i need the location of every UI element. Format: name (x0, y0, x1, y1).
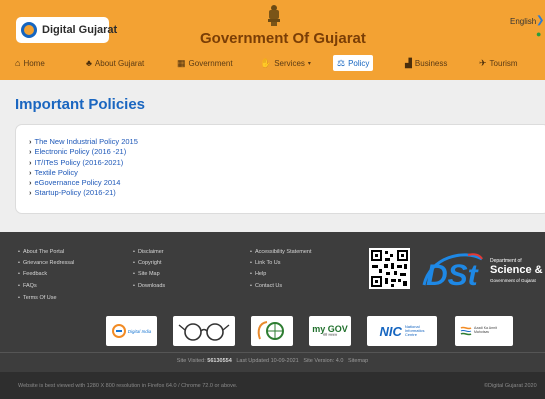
policy-link-text: The New Industrial Policy 2015 (34, 137, 138, 146)
badge-emblem-icon (257, 321, 284, 340)
policy-link-text: Textile Policy (34, 167, 78, 177)
nav-policy-label: Policy (348, 58, 370, 68)
nav-about-label: About Gujarat (94, 58, 145, 68)
footer-link[interactable]: Copyright (133, 260, 162, 266)
partner-mygov[interactable]: my GOV मेरी सरकार (309, 316, 351, 346)
accessibility-icon[interactable]: ● (536, 29, 541, 39)
qr-code-icon (369, 248, 410, 289)
nav-home[interactable]: ⌂ Home (15, 55, 45, 71)
policy-link-text: eGovernance Policy 2014 (34, 178, 121, 188)
best-viewed-note: Website is best viewed with 1280 X 800 r… (18, 383, 238, 389)
partner-digital-india[interactable]: Digital India (106, 316, 157, 346)
footer-link[interactable]: FAQs (18, 283, 37, 289)
chevron-down-icon: ▾ (307, 60, 311, 67)
page-title: Important Policies (15, 96, 146, 113)
svg-text:DSt: DSt (426, 259, 480, 291)
logo-text: Digital Gujarat (42, 24, 118, 36)
last-updated: Last Updated 10-09-2021 (236, 358, 299, 364)
national-emblem-icon (268, 5, 280, 26)
chevron-right-icon: › (29, 147, 32, 157)
nav-government-label: Government (188, 58, 233, 68)
dst-gov-line: Government of Gujarat (490, 278, 536, 283)
footer-link[interactable]: About The Portal (18, 249, 64, 255)
home-icon: ⌂ (15, 58, 21, 68)
chevron-right-icon: › (29, 188, 32, 198)
nic-text: NIC (379, 323, 402, 339)
language-selector[interactable]: English (510, 17, 536, 26)
partner-azadi-ka-amrit-mahotsav[interactable]: Azadi Ka Amrit Mahotsav (455, 316, 513, 346)
spectacles-icon (178, 323, 230, 341)
footer-link[interactable]: Terms Of Use (18, 295, 57, 301)
policy-link-text: IT/ITeS Policy (2016-2021) (34, 157, 124, 167)
language-icon[interactable]: ❯ (536, 15, 544, 26)
chevron-right-icon: › (29, 167, 32, 177)
policy-link[interactable]: › The New Industrial Policy 2015 (29, 137, 138, 147)
azadi-text: Azadi Ka Amrit Mahotsav (474, 326, 497, 334)
nav-home-label: Home (23, 58, 45, 68)
policy-link-text: Electronic Policy (2016 -21) (34, 147, 127, 157)
copyright-text: ©Digital Gujarat 2020 (484, 383, 537, 389)
scale-icon: ⚖ (337, 57, 346, 68)
policy-link[interactable]: › IT/ITeS Policy (2016-2021) (29, 158, 138, 168)
main-content: Important Policies › The New Industrial P… (0, 80, 545, 232)
nic-sub-line3: Centre (404, 332, 417, 338)
footer-link[interactable]: Accessibility Statement (250, 249, 312, 255)
government-title: Government Of Gujarat (200, 30, 366, 47)
site-visited-label: Site Visited: (176, 358, 206, 364)
nav-tourism[interactable]: ✈ Tourism (479, 55, 518, 71)
nav-business[interactable]: ▟ Business (405, 55, 447, 71)
header: Digital Gujarat Government Of Gujarat En… (0, 0, 545, 80)
partner-g20[interactable] (251, 316, 293, 346)
nav-tourism-label: Tourism (489, 58, 518, 68)
chevron-right-icon: › (29, 178, 32, 188)
dst-name: Science & T (490, 264, 545, 276)
footer-link[interactable]: Disclaimer (133, 249, 164, 255)
dst-logo[interactable]: DSt Department of Science & T Government… (420, 249, 545, 292)
footer-link[interactable]: Feedback (18, 271, 47, 277)
footer-link[interactable]: Grievance Redressal (18, 260, 74, 266)
policy-list: › The New Industrial Policy 2015 › Electro… (29, 137, 138, 199)
nav-services-label: Services (274, 58, 305, 68)
footer-link[interactable]: Link To Us (250, 260, 281, 266)
nav-policy[interactable]: ⚖ Policy (333, 55, 374, 71)
sitemap-link[interactable]: Sitemap (348, 358, 368, 364)
azadi-flag-icon (460, 326, 472, 336)
nav-government[interactable]: ▦ Government (177, 55, 233, 71)
footer-link[interactable]: Contact Us (250, 283, 282, 289)
digital-india-icon (111, 324, 126, 338)
chevron-right-icon: › (29, 137, 32, 146)
bottom-bar: Website is best viewed with 1280 X 800 r… (0, 372, 545, 399)
bell-icon: ♣ (86, 58, 92, 68)
digital-india-text: Digital India (127, 328, 152, 334)
site-stats: Site Visited: 56130554 Last Updated 10-0… (0, 358, 545, 364)
footer-link[interactable]: Downloads (133, 283, 165, 289)
nav-about-gujarat[interactable]: ♣ About Gujarat (86, 55, 144, 71)
digital-gujarat-logo[interactable]: Digital Gujarat (16, 17, 117, 43)
footer-link[interactable]: Site Map (133, 271, 160, 277)
site-version: Site Version: 4.0 (303, 358, 344, 364)
travel-icon: ✈ (479, 57, 487, 68)
policy-link[interactable]: › Electronic Policy (2016 -21) (29, 147, 138, 157)
building-icon: ▦ (177, 57, 186, 68)
policy-link-text: Startup-Policy (2016-21) (34, 188, 116, 198)
policy-link[interactable]: › eGovernance Policy 2014 (29, 178, 138, 188)
nav-services[interactable]: ✋ Services ▾ (260, 55, 311, 71)
hand-icon: ✋ (260, 57, 272, 68)
site-visited-count: 56130554 (207, 358, 232, 364)
policy-link[interactable]: › Startup-Policy (2016-21) (29, 188, 138, 198)
footer-link[interactable]: Help (250, 271, 266, 277)
nav-business-label: Business (414, 58, 448, 68)
partner-swachh-bharat[interactable] (173, 316, 235, 346)
mygov-hindi-text: मेरी सरकार (322, 332, 338, 337)
chevron-right-icon: › (29, 157, 32, 167)
logo-mark-icon (21, 22, 37, 38)
policy-link[interactable]: › Textile Policy (29, 168, 138, 178)
industry-icon: ▟ (405, 57, 412, 68)
footer-divider (0, 352, 545, 353)
policy-list-card: › The New Industrial Policy 2015 › Electro… (15, 124, 545, 214)
partner-nic[interactable]: NIC National Informatics Centre (367, 316, 437, 346)
